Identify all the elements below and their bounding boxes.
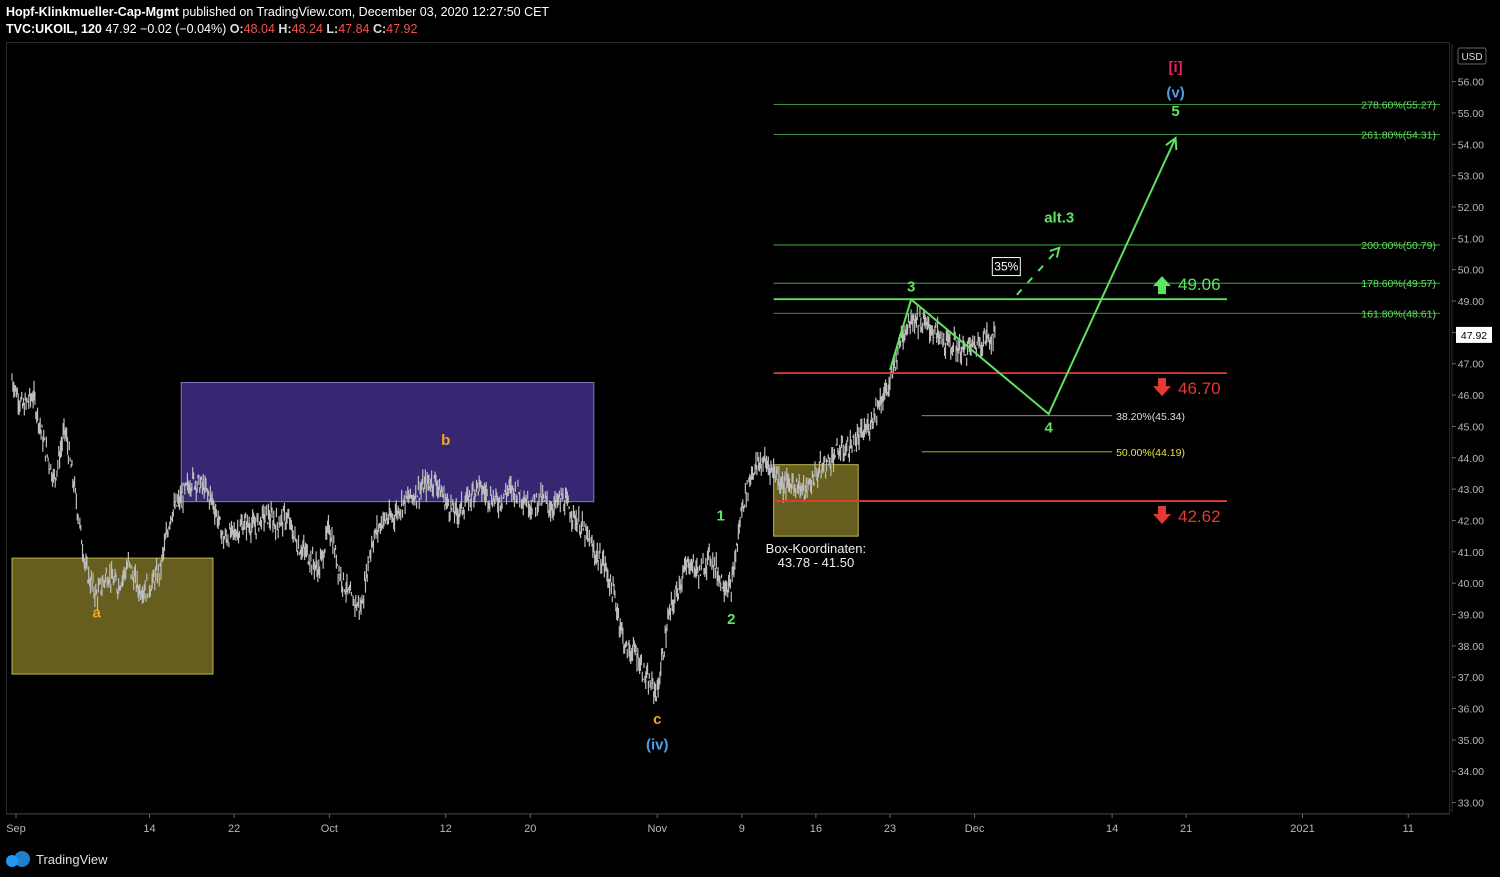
wave-label: (v): [1166, 84, 1184, 101]
price-axis-label: 46.00: [1458, 390, 1484, 402]
price-axis-label: 51.00: [1458, 233, 1484, 245]
price-axis-label: 44.00: [1458, 453, 1484, 465]
wave-label: 4: [1044, 420, 1053, 437]
time-axis-label: 23: [884, 823, 896, 835]
fib-level-label: 261.80%(54.31): [1361, 130, 1436, 142]
key-level-label: 42.62: [1178, 507, 1221, 526]
footer: TradingView: [6, 848, 108, 870]
wave-label: alt.3: [1044, 210, 1074, 227]
wave-label: 1: [717, 507, 725, 524]
fib-level-label: 161.80%(48.61): [1361, 308, 1436, 320]
wave-label: [i]: [1168, 59, 1182, 76]
wave-label: (iv): [646, 736, 669, 753]
price-axis-label: 47.00: [1458, 359, 1484, 371]
time-axis-label: 12: [440, 823, 452, 835]
up-arrow-icon: [1153, 276, 1171, 295]
key-level-label: 49.06: [1178, 275, 1221, 294]
currency-label: USD: [1461, 52, 1482, 63]
price-axis-label: 49.00: [1458, 296, 1484, 308]
price-axis-label: 37.00: [1458, 672, 1484, 684]
fib-level-label: 38.20%(45.34): [1116, 411, 1185, 423]
price-axis-label: 55.00: [1458, 108, 1484, 120]
wave-label: a: [92, 605, 101, 622]
price-axis-label: 41.00: [1458, 547, 1484, 559]
tradingview-brand[interactable]: TradingView: [36, 852, 108, 867]
box-label-range: 43.78 - 41.50: [778, 555, 855, 570]
down-arrow-icon: [1153, 506, 1171, 525]
price-axis-label: 35.00: [1458, 735, 1484, 747]
wave-label: 2: [727, 611, 735, 628]
price-axis-label: 33.00: [1458, 798, 1484, 810]
fib-level-label: 278.60%(55.27): [1361, 99, 1436, 111]
price-axis-label: 34.00: [1458, 766, 1484, 778]
price-axis-label: 53.00: [1458, 171, 1484, 183]
time-axis-label: Sep: [6, 823, 26, 835]
price-chart[interactable]: Box-Koordinaten:43.78 - 41.50 278.60%(55.…: [0, 0, 1500, 877]
key-level-label: 46.70: [1178, 379, 1221, 398]
time-axis-label: Oct: [321, 823, 338, 835]
time-axis-label: Dec: [965, 823, 985, 835]
percent-badge-text: 35%: [994, 260, 1018, 274]
price-axis-label: 54.00: [1458, 139, 1484, 151]
price-axis-label: 42.00: [1458, 515, 1484, 527]
alt-projection-path: [1016, 247, 1060, 296]
time-axis-label: 14: [1106, 823, 1118, 835]
box-label-title: Box-Koordinaten:: [766, 541, 866, 556]
wave-label: 3: [907, 279, 915, 296]
down-arrow-icon: [1153, 378, 1171, 397]
price-axis-label: 45.00: [1458, 421, 1484, 433]
fib-level-label: 50.00%(44.19): [1116, 447, 1185, 459]
time-axis-label: 14: [143, 823, 155, 835]
price-axis-label: 52.00: [1458, 202, 1484, 214]
fib-level-label: 200.00%(50.79): [1361, 240, 1436, 252]
time-axis-label: Nov: [647, 823, 667, 835]
time-axis-label: 20: [524, 823, 536, 835]
price-axis-label: 39.00: [1458, 610, 1484, 622]
price-axis-label: 56.00: [1458, 77, 1484, 89]
wave-label: 5: [1171, 103, 1179, 120]
wave-label: c: [653, 711, 661, 728]
last-price-tag-text: 47.92: [1461, 330, 1487, 342]
time-axis-label: 9: [739, 823, 745, 835]
price-axis-label: 43.00: [1458, 484, 1484, 496]
tradingview-logo-icon[interactable]: [6, 851, 30, 867]
price-axis-label: 50.00: [1458, 265, 1484, 277]
fib-level-label: 178.60%(49.57): [1361, 278, 1436, 290]
price-axis-label: 40.00: [1458, 578, 1484, 590]
time-axis-label: 11: [1403, 823, 1414, 835]
time-axis-label: 22: [228, 823, 240, 835]
wave-b-box: [180, 382, 595, 503]
price-axis-label: 36.00: [1458, 704, 1484, 716]
price-axis-label: 38.00: [1458, 641, 1484, 653]
wave-label: b: [441, 432, 450, 449]
time-axis-label: 21: [1180, 823, 1192, 835]
time-axis-label: 16: [810, 823, 822, 835]
time-axis-label: 2021: [1290, 823, 1314, 835]
